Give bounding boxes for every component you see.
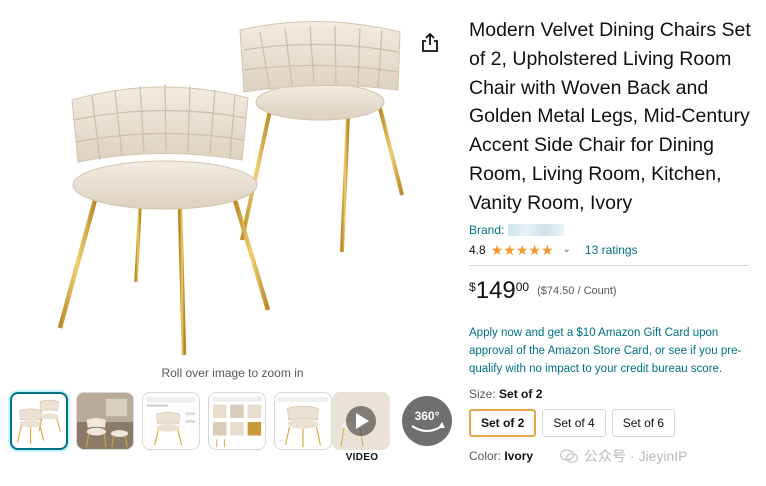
store-card-promo-link[interactable]: Apply now and get a $10 Amazon Gift Card… <box>469 324 759 378</box>
size-option-set-of-6[interactable]: Set of 6 <box>611 408 676 437</box>
star-icon: ★ <box>503 241 516 258</box>
360-view-icon: 360° <box>402 396 452 446</box>
size-label-text: Size: <box>469 386 496 401</box>
share-icon <box>422 32 438 52</box>
size-selected-value: Set of 2 <box>499 386 543 401</box>
price-fraction: 00 <box>515 279 530 294</box>
share-button[interactable] <box>420 32 440 54</box>
chair-pair-illustration <box>57 20 404 356</box>
watermark: 公众号 · JieyinIP <box>560 446 687 466</box>
zoom-hint: Roll over image to zoom in <box>161 366 304 380</box>
size-option-set-of-4[interactable]: Set of 4 <box>542 408 606 437</box>
brand-link-redacted[interactable] <box>508 223 565 236</box>
brand-row: Brand: <box>469 222 759 238</box>
color-selected-value: Ivory <box>504 448 534 463</box>
divider <box>469 264 749 266</box>
thumbnail-5[interactable]: — <box>274 392 332 450</box>
svg-text:360°: 360° <box>415 409 440 423</box>
unit-price: ($74.50 / Count) <box>537 284 617 297</box>
size-option-set-of-2[interactable]: Set of 2 <box>469 408 537 437</box>
star-icon: ★ <box>528 241 541 258</box>
product-title: Modern Velvet Dining Chairs Set of 2, Up… <box>469 19 751 214</box>
product-info: Modern Velvet Dining Chairs Set of 2, Up… <box>469 16 759 463</box>
size-label: Size: Set of 2 <box>469 386 759 402</box>
rating-row: 4.8 ★ ★ ★ ★ ★ ⌄ 13 ratings <box>469 241 759 259</box>
price-whole: 149 <box>475 276 516 304</box>
price: $ 149 00 ($74.50 / Count) <box>469 276 759 304</box>
color-label-text: Color: <box>469 448 502 463</box>
brand-label: Brand: <box>469 222 505 237</box>
wechat-icon <box>560 449 578 463</box>
watermark-text: 公众号 · JieyinIP <box>584 448 688 464</box>
rating-value: 4.8 <box>469 242 486 257</box>
svg-text:—: — <box>279 438 283 442</box>
star-icon: ★ <box>540 241 554 258</box>
star-icon: ★ <box>515 241 529 258</box>
thumbnail-3[interactable] <box>142 392 200 450</box>
size-options: Set of 2 Set of 4 Set of 6 <box>469 408 759 437</box>
price-symbol: $ <box>469 279 476 294</box>
video-thumbnail[interactable] <box>332 392 390 450</box>
360-view-thumbnail[interactable]: 360° <box>398 392 456 450</box>
star-rating[interactable]: ★ ★ ★ ★ ★ <box>491 243 554 257</box>
thumbnail-2[interactable] <box>76 392 134 450</box>
main-product-image[interactable] <box>30 20 420 365</box>
ratings-count-link[interactable]: 13 ratings <box>585 243 638 257</box>
video-label: VIDEO <box>345 452 379 463</box>
play-icon <box>346 406 376 436</box>
thumbnail-4[interactable] <box>208 392 266 450</box>
chevron-down-icon[interactable]: ⌄ <box>563 244 571 255</box>
star-icon: ★ <box>490 241 504 258</box>
thumbnail-1[interactable] <box>10 392 68 450</box>
